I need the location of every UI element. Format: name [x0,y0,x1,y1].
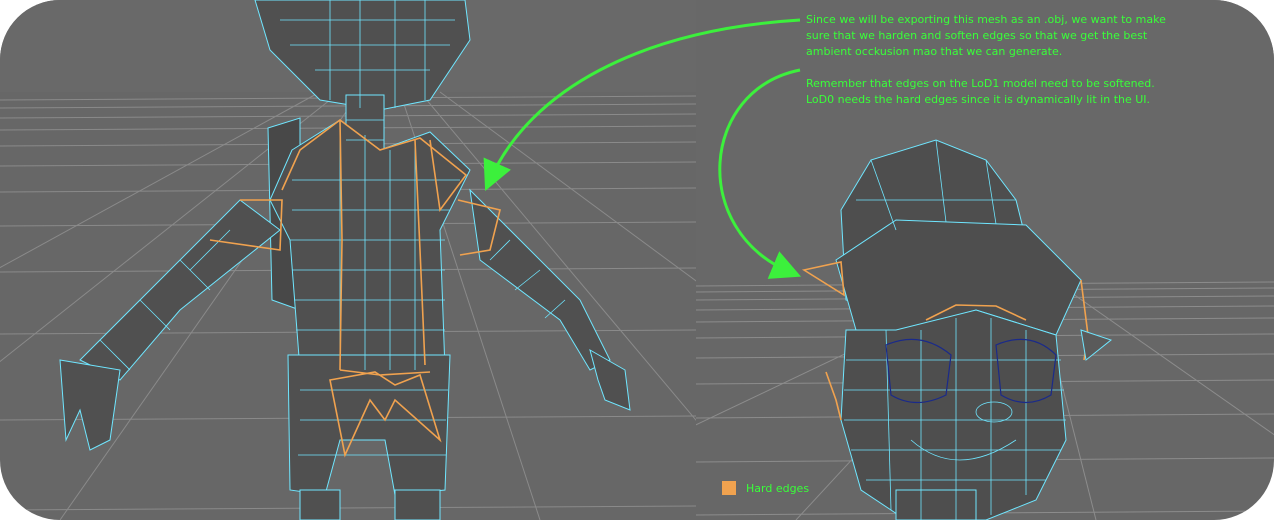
image-frame: Since we will be exporting this mesh as … [0,0,1274,520]
viewport-body[interactable] [0,0,696,520]
legend: Hard edges [722,481,809,495]
annotation-paragraph-2: Remember that edges on the LoD1 model ne… [806,77,1155,106]
annotation-paragraph-1: Since we will be exporting this mesh as … [806,13,1166,58]
character-body-mesh [59,0,631,520]
legend-label: Hard edges [746,481,810,495]
annotation-text: Since we will be exporting this mesh as … [806,12,1186,124]
hard-edges-swatch [722,481,736,495]
